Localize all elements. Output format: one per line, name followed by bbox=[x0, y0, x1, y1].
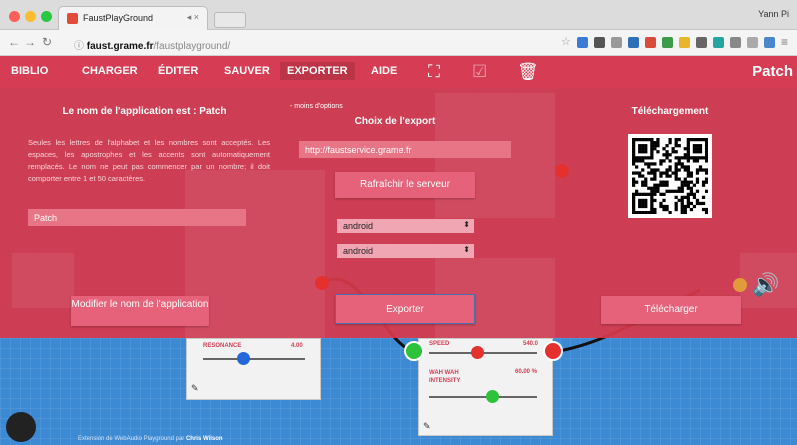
footer-text: Extension de WebAudio Playground par bbox=[78, 436, 185, 442]
faust-logo[interactable] bbox=[6, 412, 36, 442]
app-name-input[interactable]: Patch bbox=[28, 209, 246, 226]
wah-module[interactable]: SPEED 540.0 WAH WAH INTENSITY 60.00 % ✎ bbox=[418, 338, 553, 436]
module-ghost bbox=[12, 253, 74, 308]
platform-select-value: android bbox=[343, 221, 374, 231]
output-port[interactable] bbox=[543, 341, 563, 361]
app-name-help: Seules les lettres de l'alphabet et les … bbox=[28, 138, 270, 183]
resonance-value: 4.00 bbox=[291, 343, 303, 349]
modify-name-button[interactable]: Modifier le nom de l'application bbox=[71, 296, 209, 326]
speed-value: 540.0 bbox=[523, 341, 539, 347]
qr-code-pattern bbox=[632, 138, 709, 215]
qr-code bbox=[628, 134, 712, 218]
speed-slider-knob[interactable] bbox=[471, 346, 484, 359]
wah-intensity-value: 60.00 % bbox=[515, 369, 538, 375]
export-choice-title: Choix de l'export bbox=[354, 116, 436, 127]
resonance-slider-knob[interactable] bbox=[237, 352, 250, 365]
app-name-title: Le nom de l'application est : Patch bbox=[62, 106, 227, 117]
wah-slider-track[interactable] bbox=[429, 396, 537, 398]
edit-pencil-icon[interactable]: ✎ bbox=[191, 383, 199, 394]
edit-pencil-icon[interactable]: ✎ bbox=[423, 421, 431, 432]
module-port[interactable] bbox=[733, 278, 747, 292]
wah-intensity-label: WAH WAH INTENSITY bbox=[429, 370, 461, 384]
less-options-link[interactable]: - moins d'options bbox=[290, 101, 343, 113]
resonance-label: RESONANCE bbox=[203, 343, 242, 349]
platform-select[interactable]: android ⬍ bbox=[337, 219, 474, 233]
select-arrow-icon: ⬍ bbox=[463, 220, 470, 229]
footer-credit: Extension de WebAudio Playground par Chr… bbox=[78, 436, 223, 442]
speaker-icon: 🔊 bbox=[752, 272, 780, 297]
module-port[interactable] bbox=[315, 276, 329, 290]
module-port[interactable] bbox=[555, 164, 569, 178]
download-title: Téléchargement bbox=[631, 106, 709, 117]
wah-slider-knob[interactable] bbox=[486, 390, 499, 403]
export-button[interactable]: Exporter bbox=[335, 294, 475, 324]
architecture-select[interactable]: android ⬍ bbox=[337, 244, 474, 258]
speed-label: SPEED bbox=[429, 341, 450, 347]
filter-module[interactable]: RESONANCE 4.00 ✎ bbox=[186, 338, 321, 400]
footer-author[interactable]: Chris Wilson bbox=[186, 436, 223, 442]
input-port[interactable] bbox=[404, 341, 424, 361]
download-button[interactable]: Télécharger bbox=[601, 296, 741, 324]
refresh-server-button[interactable]: Rafraîchir le serveur bbox=[335, 172, 475, 198]
select-arrow-icon: ⬍ bbox=[463, 245, 470, 254]
architecture-select-value: android bbox=[343, 246, 374, 256]
server-url-input[interactable]: http://faustservice.grame.fr bbox=[299, 141, 511, 158]
resonance-slider-track[interactable] bbox=[203, 358, 305, 360]
